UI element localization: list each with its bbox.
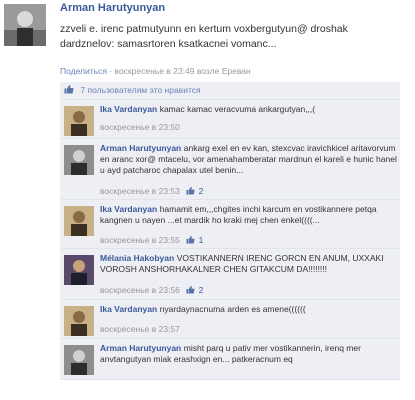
share-link[interactable]: Поделиться: [60, 66, 107, 76]
likes-bar[interactable]: 7 пользователям это нравится: [60, 82, 400, 100]
comment-avatar[interactable]: [64, 345, 94, 375]
comment-meta: воскресенье в 23:53 2: [100, 186, 203, 196]
comment-like-count[interactable]: 2: [199, 186, 204, 196]
comment-author[interactable]: Arman Harutyunyan: [100, 143, 181, 153]
post-meta: Поделиться · воскресенье в 23:49 возле Е…: [60, 66, 251, 76]
comment-text: kamac kamac veracvuma ankargutyan,,,(: [159, 104, 316, 114]
comment-item: Mélania Hakobyan VOSTIKANNERN IRENC GORC…: [60, 249, 400, 300]
comment-item: Ika Vardanyan nyardaynacnuma arden es am…: [60, 300, 400, 339]
thumbs-up-icon[interactable]: [186, 285, 195, 294]
comment-avatar[interactable]: [64, 106, 94, 136]
comment-author[interactable]: Ika Vardanyan: [100, 104, 157, 114]
comment-author[interactable]: Ika Vardanyan: [100, 204, 157, 214]
post-author-name[interactable]: Arman Harutyunyan: [60, 2, 165, 14]
comments-list: Ika Vardanyan kamac kamac veracvuma anka…: [60, 100, 400, 380]
comment-avatar[interactable]: [64, 206, 94, 236]
comment-item: Arman Harutyunyan ankarg exel en ev kan,…: [60, 139, 400, 200]
comment-time[interactable]: воскресенье в 23:53: [100, 186, 180, 196]
comment-avatar[interactable]: [64, 145, 94, 175]
post-text: zzveli e. irenc patmutyunn en kertum vox…: [60, 23, 348, 50]
post-author-avatar[interactable]: [4, 4, 46, 46]
comment-time[interactable]: воскресенье в 23:57: [100, 324, 180, 334]
comment-time[interactable]: воскресенье в 23:55: [100, 235, 180, 245]
comment-author[interactable]: Mélania Hakobyan: [100, 253, 174, 263]
comment-like-count[interactable]: 2: [199, 285, 204, 295]
comment-time[interactable]: воскресенье в 23:50: [100, 122, 180, 132]
thumbs-up-icon[interactable]: [186, 235, 195, 244]
comment-item: Ika Vardanyan hamamit em,,,chgites inchi…: [60, 200, 400, 249]
comment-item: Arman Harutyunyan misht parq u pativ mer…: [60, 339, 400, 380]
comment-meta: воскресенье в 23:55 1: [100, 235, 203, 245]
post-time[interactable]: воскресенье в 23:49: [115, 66, 195, 76]
comment-time[interactable]: воскресенье в 23:56: [100, 285, 180, 295]
thumbs-up-icon[interactable]: [186, 186, 195, 195]
comment-author[interactable]: Arman Harutyunyan: [100, 343, 181, 353]
comment-item: Ika Vardanyan kamac kamac veracvuma anka…: [60, 100, 400, 139]
comment-avatar[interactable]: [64, 306, 94, 336]
comment-meta: воскресенье в 23:56 2: [100, 285, 203, 295]
meta-separator: ·: [109, 66, 113, 76]
post-place[interactable]: возле Ереван: [197, 66, 251, 76]
thumbs-up-icon: [64, 83, 74, 94]
comment-text: nyardaynacnuma arden es amene((((((: [159, 304, 306, 314]
comment-author[interactable]: Ika Vardanyan: [100, 304, 157, 314]
comment-like-count[interactable]: 1: [199, 235, 204, 245]
likes-count-text[interactable]: 7 пользователям это нравится: [80, 85, 200, 95]
comment-avatar[interactable]: [64, 255, 94, 285]
post: Arman Harutyunyan zzveli e. irenc patmut…: [0, 0, 415, 76]
